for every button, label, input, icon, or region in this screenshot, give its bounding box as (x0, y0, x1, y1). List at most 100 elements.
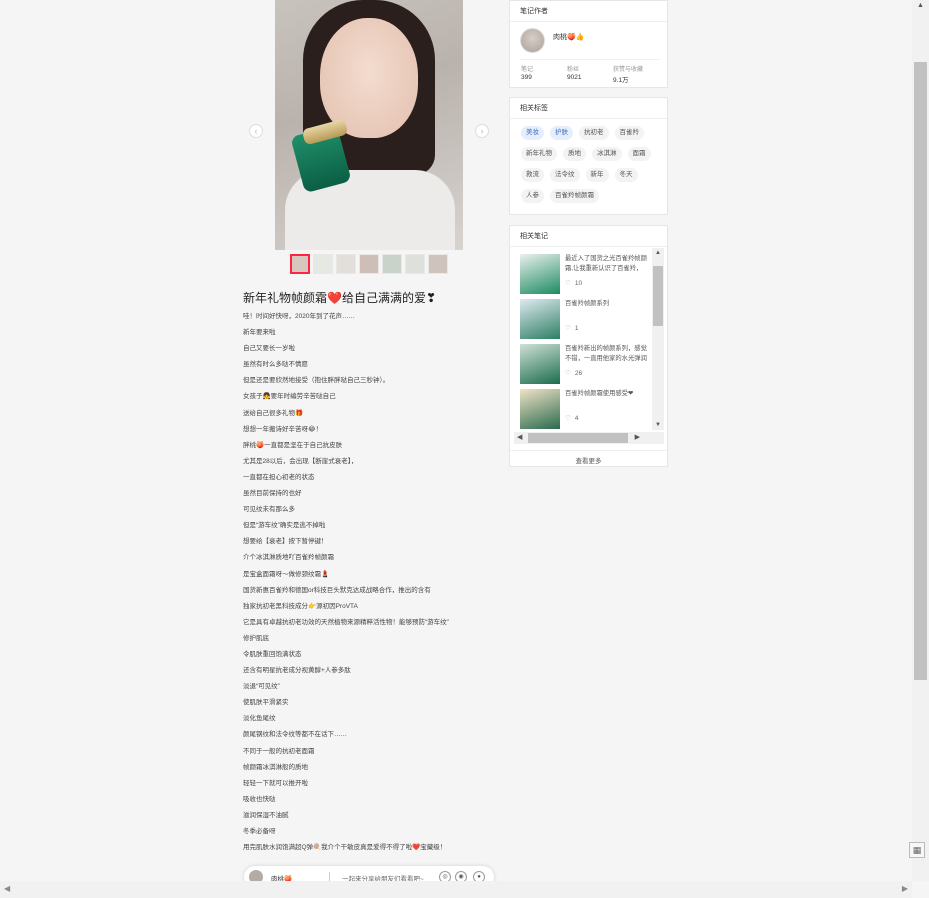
scroll-left-icon[interactable]: ◀ (517, 432, 522, 444)
related-note-item[interactable]: 百雀羚新出的帧颜系列，感觉不错，一直用他家的水光弹润 ♡ 26 (520, 344, 660, 388)
page-scroll-left-icon[interactable]: ◀ (4, 884, 10, 893)
related-note-thumbnail[interactable] (520, 344, 560, 384)
tag-chip[interactable]: 百雀羚 (614, 126, 644, 140)
note-text-line: 独家抗初老黑科技成分👉源初因ProVTA (243, 602, 358, 610)
image-thumbnail[interactable] (290, 254, 310, 274)
tag-chip[interactable]: 质地 (563, 147, 586, 161)
tag-chip[interactable]: 美妆 (521, 126, 544, 140)
tag-chip[interactable]: 抗初老 (579, 126, 609, 140)
scroll-up-icon[interactable]: ▲ (652, 250, 664, 256)
note-body: 哇！时间好快呀，2020年到了花声…… 新年要来啦 自己又要长一岁啦 虽然有时么多哒不… (243, 312, 488, 859)
note-text-line: 胖桃🍑一直都是坚在于自己抗皮肤 (243, 441, 343, 449)
note-text-line: 颜尾钢纹和法令纹等都不在话下…… (243, 731, 347, 739)
see-more-link[interactable]: 查看更多 (510, 450, 667, 465)
note-text-line: 吸收也快哒 (243, 795, 276, 803)
related-note-title[interactable]: 百雀羚帧颜系列 (565, 299, 649, 319)
like-count: 26 (574, 370, 583, 377)
next-image-arrow-icon[interactable]: › (475, 124, 489, 138)
note-text-line: 冬季必备呀 (243, 828, 276, 835)
image-thumbnail[interactable] (359, 254, 379, 274)
note-text-line: 是宝盒面霜呀～做修颈纹霜💄 (243, 570, 330, 578)
tag-chip[interactable]: 冰淇淋 (592, 147, 622, 161)
author-card: 笔记作者 肉桃🍑👍 笔记 399 粉丝 9021 获赞与收藏 9.1万 (509, 0, 668, 88)
related-vertical-scrollbar[interactable]: ▲ ▼ (652, 248, 664, 430)
note-text-line: 女孩子👧要年时编劳辛苦哒自己 (243, 393, 336, 401)
related-note-likes: ♡ 4 (565, 414, 578, 422)
stat-notes: 笔记 399 (521, 67, 534, 81)
note-title: 新年礼物帧颜霜❤️给自己满满的爱❣ (243, 291, 436, 305)
image-thumbnails (290, 254, 448, 274)
note-text-line: 想要给【衰老】按下暂停键！ (243, 538, 328, 546)
note-text-line: 可见纹未有那么多 (243, 506, 295, 514)
related-note-thumbnail[interactable] (520, 389, 560, 429)
related-note-thumbnail[interactable] (520, 254, 560, 294)
image-thumbnail[interactable] (313, 254, 333, 274)
related-note-likes: ♡ 10 (565, 279, 582, 287)
note-text-line: 一直都在担心初老的状态 (243, 473, 315, 481)
tag-list: 美妆 护肤 抗初老 百雀羚新年礼物 质地 冰淇淋 面霜救流 法令纹 新年 冬天人参 百雀羚帧颜霜 (521, 126, 666, 203)
related-note-likes: ♡ 26 (565, 369, 582, 377)
image-thumbnail[interactable] (382, 254, 402, 274)
tags-card: 相关标签 美妆 护肤 抗初老 百雀羚 新年礼物 质地 冰淇淋 面霜 救流 法令纹 新年 冬天 人参 百雀羚… (509, 97, 668, 215)
tag-chip[interactable]: 面霜 (627, 147, 651, 161)
note-text-line: 哇！时间好快呀，2020年到了花声…… (243, 313, 355, 320)
stat-likes: 获赞与收藏 9.1万 (613, 67, 644, 84)
related-notes-card: 相关笔记 最近入了国货之光百雀羚帧颜霜,让我重新认识了百雀羚， ♡ 10 百雀羚帧颜系… (509, 225, 668, 467)
like-count: 4 (574, 415, 579, 422)
like-count: 1 (574, 325, 579, 332)
tag-chip[interactable]: 护肤 (550, 126, 573, 140)
related-horizontal-scrollbar[interactable]: ◀ ▶ (514, 432, 664, 444)
page-vertical-scrollbar[interactable]: ▲ (912, 0, 929, 881)
heart-icon[interactable]: ♡ (565, 369, 571, 377)
image-thumbnail[interactable] (336, 254, 356, 274)
note-text-line: 国货新惠百雀羚和德国or科技巨头默克达成战略合作，推出的含有 (243, 586, 431, 594)
related-note-title[interactable]: 百雀羚新出的帧颜系列，感觉不错，一直用他家的水光弹润 (565, 344, 649, 364)
page-scroll-up-icon[interactable]: ▲ (912, 2, 929, 9)
note-text-line: 但是还是要欣然地接受（抱住胖胖哒自己三秒钟）。 (243, 377, 390, 385)
tag-chip[interactable]: 新年礼物 (521, 147, 557, 161)
author-name[interactable]: 肉桃🍑👍 (553, 32, 584, 42)
stat-fans: 粉丝 9021 (567, 67, 582, 81)
tag-chip[interactable]: 人参 (521, 189, 544, 203)
note-text-line: 修护肌底 (243, 634, 269, 642)
note-text-line: 还含有明星抗老成分视黄醇+人参多肽 (243, 667, 351, 675)
note-text-line: 使肌肤平滑紧实 (243, 699, 289, 707)
heart-icon[interactable]: ♡ (565, 414, 571, 422)
related-note-title[interactable]: 百雀羚帧颜霜使用感受❤ (565, 389, 649, 409)
related-note-item[interactable]: 百雀羚帧颜霜使用感受❤ ♡ 4 (520, 389, 660, 433)
note-main-image[interactable] (275, 0, 463, 250)
note-text-line: 淡退“可见纹” (243, 683, 280, 691)
tag-chip[interactable]: 法令纹 (550, 168, 580, 182)
note-text-line: 轻轻一下就可以推开啦 (243, 779, 308, 787)
page-scroll-right-icon[interactable]: ▶ (902, 884, 908, 893)
note-text-line: 想想一年搬诗好辛苦呀😂！ (243, 425, 323, 433)
author-section-title: 笔记作者 (510, 1, 667, 22)
note-text-line: 令肌肤重回饱满状态 (243, 650, 302, 658)
author-avatar[interactable] (520, 28, 545, 53)
like-count: 10 (574, 280, 583, 287)
related-note-item[interactable]: 最近入了国货之光百雀羚帧颜霜,让我重新认识了百雀羚， ♡ 10 (520, 254, 660, 298)
related-note-title[interactable]: 最近入了国货之光百雀羚帧颜霜,让我重新认识了百雀羚， (565, 254, 649, 274)
prev-image-arrow-icon[interactable]: ‹ (249, 124, 263, 138)
note-text-line: 送给自己很多礼物🎁 (243, 409, 304, 417)
related-note-thumbnail[interactable] (520, 299, 560, 339)
page: ‹ › 新年礼物帧颜霜❤️给自己满满的爱❣ 哇！时间好快呀，2020年到了花声…… (0, 0, 929, 898)
image-thumbnail[interactable] (428, 254, 448, 274)
tag-chip[interactable]: 百雀羚帧颜霜 (550, 189, 599, 203)
related-note-item[interactable]: 百雀羚帧颜系列 ♡ 1 (520, 299, 660, 343)
note-text-line: 新年要来啦 (243, 329, 276, 337)
tag-chip[interactable]: 冬天 (614, 168, 638, 182)
tag-chip[interactable]: 救流 (521, 168, 544, 182)
heart-icon[interactable]: ♡ (565, 324, 571, 332)
note-text-line: 不同于一般的抗初老面霜 (243, 747, 315, 755)
tag-chip[interactable]: 新年 (585, 168, 609, 182)
qr-code-icon[interactable]: ▦ (909, 842, 925, 858)
page-horizontal-scrollbar[interactable]: ◀ ▶ (0, 881, 912, 898)
image-thumbnail[interactable] (405, 254, 425, 274)
note-text-line: 帧颜霜冰淇淋般的质地 (243, 763, 308, 771)
scroll-right-icon[interactable]: ▶ (635, 432, 640, 444)
heart-icon[interactable]: ♡ (565, 279, 571, 287)
note-text-line: 滋润保湿不油腻 (243, 811, 289, 819)
note-text-line: 介个冰淇淋质地吖百雀羚帧颜霜 (243, 554, 334, 562)
scroll-down-icon[interactable]: ▼ (652, 422, 664, 428)
